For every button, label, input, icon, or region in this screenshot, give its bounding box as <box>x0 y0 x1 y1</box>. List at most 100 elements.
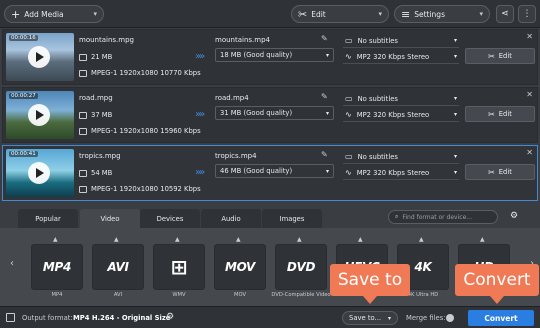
format-card[interactable]: MOV <box>214 244 266 290</box>
tab-devices[interactable]: Devices <box>140 209 200 228</box>
output-format-icon <box>6 313 15 322</box>
audio-track-dropdown[interactable]: ∿ MP2 320 Kbps Stereo ▾ <box>343 166 459 180</box>
remove-file-icon[interactable]: ✕ <box>526 90 533 99</box>
gear-icon[interactable]: ⚙ <box>166 312 174 322</box>
video-thumbnail[interactable]: 00:00:41 <box>6 149 74 197</box>
format-item-dvd[interactable]: ▲ DVD DVD-Compatible Video <box>271 236 331 300</box>
scissors-icon: ✂ <box>488 51 495 61</box>
tab-images[interactable]: Images <box>262 209 322 228</box>
format-item-avi[interactable]: ▲ AVI AVI <box>88 236 148 300</box>
format-card[interactable]: AVI <box>92 244 144 290</box>
format-card[interactable]: DVD <box>275 244 327 290</box>
chevron-down-icon: ▾ <box>453 37 457 44</box>
tab-popular[interactable]: Popular <box>18 209 78 228</box>
chevron-up-icon[interactable]: ▲ <box>175 236 180 243</box>
audio-track-dropdown[interactable]: ∿ MP2 320 Kbps Stereo ▾ <box>343 50 459 64</box>
chevron-up-icon[interactable]: ▲ <box>236 236 241 243</box>
format-item-mov[interactable]: ▲ MOV MOV <box>210 236 270 300</box>
subtitles-dropdown[interactable]: ▭ No subtitles ▾ <box>343 34 459 48</box>
film-icon <box>79 185 87 193</box>
convert-arrow-icon: »» <box>195 51 205 62</box>
format-item-wmv[interactable]: ▲ ⊞ WMV <box>149 236 209 300</box>
settings-menu-label: Settings <box>414 9 445 19</box>
format-card[interactable]: MP4 <box>31 244 83 290</box>
source-file-size: 37 MB <box>79 111 112 119</box>
more-button[interactable]: ⋮ <box>518 5 536 23</box>
edit-file-button[interactable]: ✂ Edit <box>465 48 535 64</box>
edit-file-label: Edit <box>498 52 512 60</box>
format-card[interactable]: ⊞ <box>153 244 205 290</box>
chevron-up-icon[interactable]: ▲ <box>480 236 485 243</box>
play-icon[interactable] <box>28 162 50 184</box>
source-meta-value: MPEG-1 1920x1080 10592 Kbps <box>91 185 201 193</box>
film-icon <box>79 69 87 77</box>
chevron-up-icon[interactable]: ▲ <box>53 236 58 243</box>
source-file-size: 21 MB <box>79 53 112 61</box>
chevron-left-icon[interactable]: ‹ <box>10 258 14 269</box>
edit-menu-button[interactable]: ✂ Edit ▾ <box>291 5 389 23</box>
output-size-dropdown[interactable]: 31 MB (Good quality) ▾ <box>215 106 334 120</box>
duration-badge: 00:00:41 <box>9 151 38 157</box>
subtitles-dropdown[interactable]: ▭ No subtitles ▾ <box>343 150 459 164</box>
format-logo: 4K <box>414 260 432 274</box>
add-media-label: Add Media <box>24 9 64 19</box>
audio-wave-icon: ∿ <box>345 52 352 61</box>
remove-file-icon[interactable]: ✕ <box>526 32 533 41</box>
save-to-button[interactable]: Save to... ▾ <box>342 311 398 325</box>
edit-file-label: Edit <box>498 168 512 176</box>
chevron-down-icon: ▾ <box>93 10 97 18</box>
top-toolbar: + Add Media ▾ ✂ Edit ▾ ≡ Settings ▾ ⋖ ⋮ <box>0 0 540 28</box>
subtitles-dropdown[interactable]: ▭ No subtitles ▾ <box>343 92 459 106</box>
subtitles-value: No subtitles <box>357 94 398 103</box>
chevron-down-icon: ▾ <box>453 153 457 160</box>
play-icon[interactable] <box>28 46 50 68</box>
source-size-value: 54 MB <box>91 169 113 177</box>
file-icon <box>79 53 87 61</box>
rename-pencil-icon[interactable]: ✎ <box>321 92 328 101</box>
format-label: AVI <box>113 292 123 298</box>
edit-file-label: Edit <box>498 110 512 118</box>
output-format-value[interactable]: MP4 H.264 - Original Size <box>73 314 170 322</box>
video-thumbnail[interactable]: 00:00:16 <box>6 33 74 81</box>
rename-pencil-icon[interactable]: ✎ <box>321 34 328 43</box>
merge-files-toggle[interactable] <box>446 314 454 322</box>
subtitles-icon: ▭ <box>345 152 353 161</box>
file-row[interactable]: 00:00:27 road.mpg 37 MB MPEG-1 1920x1080… <box>2 87 538 143</box>
more-vertical-icon: ⋮ <box>522 9 532 19</box>
settings-menu-button[interactable]: ≡ Settings ▾ <box>394 5 490 23</box>
tab-audio[interactable]: Audio <box>201 209 261 228</box>
audio-track-dropdown[interactable]: ∿ MP2 320 Kbps Stereo ▾ <box>343 108 459 122</box>
output-size-dropdown[interactable]: 46 MB (Good quality) ▾ <box>215 164 334 178</box>
bottom-bar: Output format: MP4 H.264 - Original Size… <box>0 306 540 328</box>
output-size-dropdown[interactable]: 18 MB (Good quality) ▾ <box>215 48 334 62</box>
chevron-up-icon[interactable]: ▲ <box>297 236 302 243</box>
search-placeholder: Find format or device... <box>402 213 472 221</box>
file-row-selected[interactable]: 00:00:41 tropics.mpg 54 MB MPEG-1 1920x1… <box>2 145 538 201</box>
share-button[interactable]: ⋖ <box>496 5 514 23</box>
edit-file-button[interactable]: ✂ Edit <box>465 106 535 122</box>
source-file-meta: MPEG-1 1920x1080 15960 Kbps <box>79 127 201 135</box>
tab-video[interactable]: Video <box>80 209 140 228</box>
output-size-value: 31 MB (Good quality) <box>220 109 293 117</box>
edit-file-button[interactable]: ✂ Edit <box>465 164 535 180</box>
chevron-up-icon[interactable]: ▲ <box>114 236 119 243</box>
remove-file-icon[interactable]: ✕ <box>526 148 533 157</box>
format-item-mp4[interactable]: ▲ MP4 MP4 <box>27 236 87 300</box>
add-media-button[interactable]: + Add Media ▾ <box>4 5 104 23</box>
format-logo: AVI <box>107 260 129 274</box>
source-size-value: 21 MB <box>91 53 113 61</box>
convert-button[interactable]: Convert <box>468 310 534 326</box>
chevron-up-icon[interactable]: ▲ <box>358 236 363 243</box>
format-label: MOV <box>233 292 247 298</box>
rename-pencil-icon[interactable]: ✎ <box>321 150 328 159</box>
source-file-meta: MPEG-1 1920x1080 10592 Kbps <box>79 185 201 193</box>
format-search-input[interactable]: ⌕ Find format or device... <box>388 210 498 224</box>
source-meta-value: MPEG-1 1920x1080 10770 Kbps <box>91 69 201 77</box>
video-thumbnail[interactable]: 00:00:27 <box>6 91 74 139</box>
source-file-name: mountains.mpg <box>79 36 134 44</box>
format-settings-icon[interactable]: ⚙ <box>510 211 518 221</box>
play-icon[interactable] <box>28 104 50 126</box>
chevron-up-icon[interactable]: ▲ <box>419 236 424 243</box>
format-label: WMV <box>172 292 186 298</box>
file-row[interactable]: 00:00:16 mountains.mpg 21 MB MPEG-1 1920… <box>2 29 538 85</box>
